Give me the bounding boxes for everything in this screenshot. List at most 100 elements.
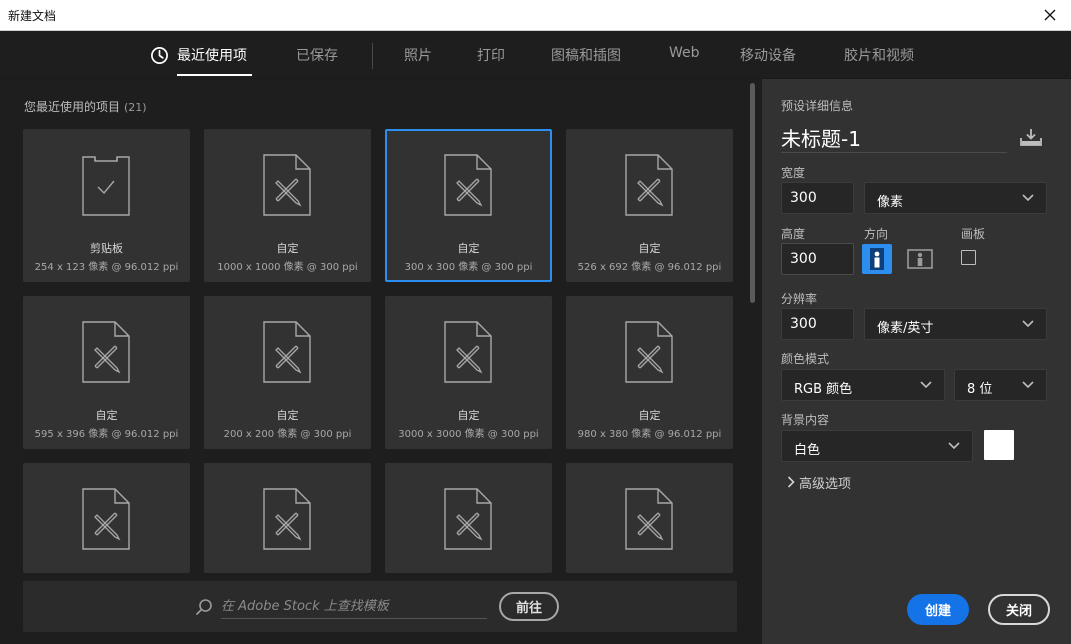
advanced-options-label: 高级选项 [799,477,852,492]
item-name: 自定 [276,409,299,422]
close-icon[interactable] [1039,4,1061,26]
color-mode-value: RGB 颜色 [794,382,853,397]
tab-web[interactable]: Web [669,45,700,61]
go-button[interactable]: 前往 [499,592,559,621]
chevron-down-icon [1022,381,1034,389]
item-size: 254 x 123 像素 @ 96.012 ppi [34,262,179,273]
save-preset-icon[interactable] [1019,126,1043,148]
chevron-down-icon [920,381,932,389]
item-size: 300 x 300 像素 @ 300 ppi [404,262,533,273]
recent-item[interactable] [566,463,733,573]
tab-film-video[interactable]: 胶片和视频 [844,45,914,65]
tab-mobile[interactable]: 移动设备 [740,45,796,65]
tab-recent[interactable]: 最近使用项 [177,45,247,65]
tab-art-illustration[interactable]: 图稿和插图 [551,45,621,65]
recent-title-text: 您最近使用的项目 [24,100,121,114]
recent-item[interactable]: 剪贴板 254 x 123 像素 @ 96.012 ppi [23,129,190,282]
recent-panel: 您最近使用的项目 (21) 剪贴板 254 x 123 像素 @ 96.012 p… [0,79,761,644]
color-mode-label: 颜色模式 [781,352,830,366]
item-size: 3000 x 3000 像素 @ 300 ppi [398,429,539,440]
clipboard-icon [82,156,130,216]
height-label: 高度 [781,227,806,241]
custom-document-icon [82,321,130,383]
custom-document-icon [263,154,311,216]
tab-saved[interactable]: 已保存 [296,45,338,65]
item-size: 980 x 380 像素 @ 96.012 ppi [577,429,722,440]
background-value: 白色 [794,443,821,458]
close-button[interactable]: 关闭 [988,594,1050,625]
tab-photo[interactable]: 照片 [404,45,432,65]
landscape-orientation-button[interactable] [905,244,935,274]
item-name: 自定 [457,242,480,255]
clock-icon [151,47,168,64]
width-unit-value: 像素 [877,195,904,210]
chevron-down-icon [948,442,960,450]
custom-document-icon [263,321,311,383]
custom-document-icon [82,488,130,550]
orientation-label: 方向 [864,227,889,241]
item-name: 自定 [638,242,661,255]
custom-document-icon [625,154,673,216]
custom-document-icon [444,154,492,216]
title-bar: 新建文档 [0,0,1071,31]
portrait-orientation-button[interactable] [862,244,892,274]
custom-document-icon [625,488,673,550]
recent-item[interactable]: 自定 980 x 380 像素 @ 96.012 ppi [566,296,733,449]
bit-depth-value: 8 位 [967,382,993,397]
item-size: 1000 x 1000 像素 @ 300 ppi [217,262,358,273]
item-name: 自定 [276,242,299,255]
resolution-unit-value: 像素/英寸 [877,321,934,336]
custom-document-icon [444,321,492,383]
preset-section-label: 预设详细信息 [781,99,854,113]
width-input[interactable]: 300 [781,182,854,214]
width-unit-select[interactable]: 像素 [864,182,1047,214]
stock-search-bar: 前往 [23,581,737,632]
artboard-label: 画板 [961,227,986,241]
chevron-right-icon [787,476,795,488]
item-size: 200 x 200 像素 @ 300 ppi [223,429,352,440]
recent-item[interactable]: 自定 526 x 692 像素 @ 96.012 ppi [566,129,733,282]
preset-details-panel: 预设详细信息 未标题-1 宽度 300 像素 高度 方向 画板 300 分辨率 … [762,79,1071,644]
chevron-down-icon [1022,320,1034,328]
document-name-field[interactable]: 未标题-1 [781,123,1007,153]
width-label: 宽度 [781,166,806,180]
recent-item[interactable] [23,463,190,573]
create-button[interactable]: 创建 [907,594,969,625]
chevron-down-icon [1022,194,1034,202]
recent-item-selected[interactable]: 自定 300 x 300 像素 @ 300 ppi [385,129,552,282]
active-tab-indicator [177,74,252,76]
recent-item[interactable] [385,463,552,573]
recent-item[interactable]: 自定 3000 x 3000 像素 @ 300 ppi [385,296,552,449]
recent-item[interactable] [204,463,371,573]
resolution-label: 分辨率 [781,292,818,306]
recent-item[interactable]: 自定 200 x 200 像素 @ 300 ppi [204,296,371,449]
advanced-options-toggle[interactable]: 高级选项 [787,473,851,492]
background-label: 背景内容 [781,413,830,427]
recent-scrollbar[interactable] [750,83,755,303]
recent-section-title: 您最近使用的项目 (21) [24,98,147,115]
recent-count: (21) [124,101,147,114]
color-mode-select[interactable]: RGB 颜色 [781,369,945,401]
background-color-swatch[interactable] [984,430,1014,460]
tab-separator [372,43,373,69]
recent-item[interactable]: 自定 595 x 396 像素 @ 96.012 ppi [23,296,190,449]
custom-document-icon [444,488,492,550]
item-name: 自定 [457,409,480,422]
background-select[interactable]: 白色 [781,430,973,462]
stock-search-input[interactable] [221,595,487,619]
recent-item[interactable]: 自定 1000 x 1000 像素 @ 300 ppi [204,129,371,282]
tab-print[interactable]: 打印 [477,45,505,65]
resolution-unit-select[interactable]: 像素/英寸 [864,308,1047,340]
search-icon [196,599,212,615]
height-input[interactable]: 300 [781,243,854,275]
item-name: 自定 [638,409,661,422]
bit-depth-select[interactable]: 8 位 [954,369,1047,401]
resolution-input[interactable]: 300 [781,308,854,340]
item-name: 自定 [95,409,118,422]
landscape-icon [907,249,933,269]
item-size: 526 x 692 像素 @ 96.012 ppi [577,262,722,273]
item-name: 剪贴板 [90,242,123,255]
window-title: 新建文档 [8,9,57,23]
artboard-checkbox[interactable] [961,250,976,265]
item-size: 595 x 396 像素 @ 96.012 ppi [34,429,179,440]
